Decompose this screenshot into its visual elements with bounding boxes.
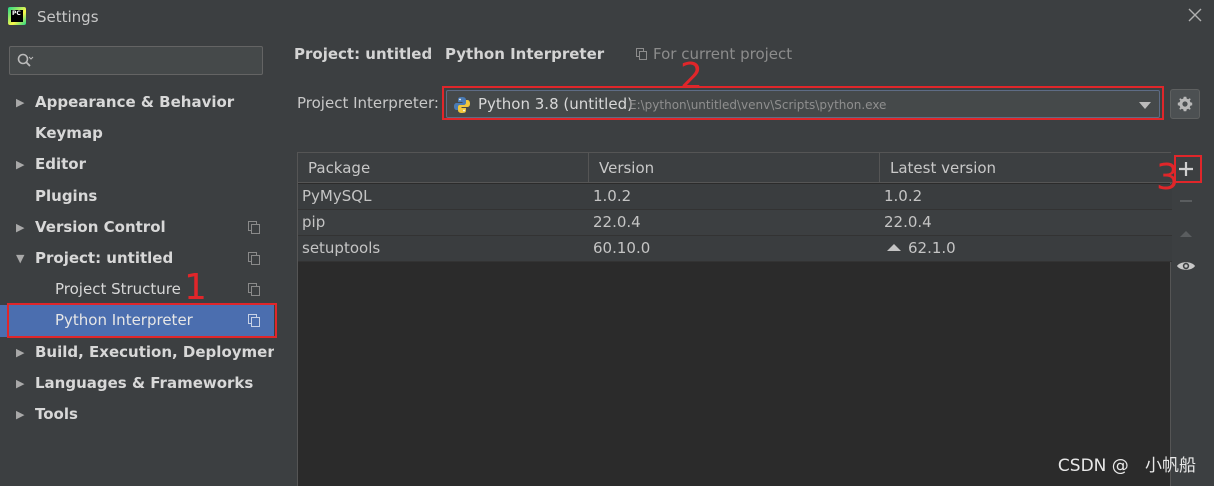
eye-icon	[1177, 262, 1195, 270]
package-table: Package Version Latest version PyMySQL 1…	[297, 152, 1172, 486]
sidebar-item-label: Project Structure	[55, 280, 181, 299]
sidebar-item-label: Plugins	[35, 186, 98, 205]
package-table-header: Package Version Latest version	[298, 153, 1172, 183]
sidebar-item-label: Version Control	[35, 217, 166, 236]
sidebar-item-label: Keymap	[35, 124, 103, 143]
gear-icon	[1177, 96, 1193, 112]
sidebar-item-languages-frameworks[interactable]: ▶ Languages & Frameworks	[0, 368, 274, 399]
sidebar-item-label: Tools	[35, 404, 78, 423]
expand-arrow-icon[interactable]: ▶	[16, 399, 24, 430]
copy-icon	[248, 314, 260, 328]
interpreter-path: E:\python\untitled\venv\Scripts\python.e…	[629, 98, 887, 112]
interpreter-name: Python 3.8 (untitled)	[478, 95, 633, 113]
sidebar-item-project-structure[interactable]: Project Structure	[0, 274, 274, 305]
copy-icon	[248, 283, 260, 297]
sidebar-item-label: Editor	[35, 155, 86, 174]
package-version: 1.0.2	[593, 187, 632, 205]
breadcrumb-project[interactable]: Project: untitled	[294, 45, 432, 63]
settings-tree: ▶ Appearance & Behavior Keymap ▶ Editor …	[0, 87, 285, 430]
minus-icon	[1180, 200, 1192, 202]
expand-arrow-icon[interactable]: ▶	[16, 149, 24, 180]
breadcrumb-page: Python Interpreter	[445, 45, 605, 63]
package-name: setuptools	[302, 239, 381, 257]
settings-search-input[interactable]	[38, 50, 258, 71]
interpreter-dropdown[interactable]: Python 3.8 (untitled) E:\python\untitled…	[446, 90, 1160, 118]
uninstall-package-button[interactable]	[1174, 189, 1198, 213]
table-row[interactable]: setuptools 60.10.0 62.1.0	[298, 236, 1172, 262]
sidebar-item-version-control[interactable]: ▶ Version Control	[0, 212, 274, 243]
python-icon	[454, 97, 470, 113]
settings-sidebar: ▶ Appearance & Behavior Keymap ▶ Editor …	[0, 34, 285, 486]
window-title: Settings	[37, 8, 99, 26]
expand-arrow-icon[interactable]: ▶	[16, 212, 24, 243]
sidebar-item-editor[interactable]: ▶ Editor	[0, 149, 274, 180]
copy-icon	[636, 48, 647, 60]
sidebar-item-build-execution-deployment[interactable]: ▶ Build, Execution, Deployment	[0, 337, 285, 368]
upgrade-package-button[interactable]	[1174, 221, 1198, 245]
sidebar-item-appearance-behavior[interactable]: ▶ Appearance & Behavior	[0, 87, 274, 118]
package-name: pip	[302, 213, 326, 231]
package-table-body: PyMySQL 1.0.2 1.0.2 pip 22.0.4 22.0.4 se…	[298, 184, 1172, 262]
expand-arrow-icon[interactable]: ▶	[16, 368, 24, 399]
column-header-version[interactable]: Version	[589, 153, 880, 183]
sidebar-item-plugins[interactable]: Plugins	[0, 181, 274, 212]
sidebar-item-keymap[interactable]: Keymap	[0, 118, 274, 149]
upgrade-available-icon	[887, 244, 901, 251]
sidebar-item-python-interpreter[interactable]: Python Interpreter	[0, 305, 274, 337]
close-icon	[1188, 8, 1202, 22]
table-row[interactable]: pip 22.0.4 22.0.4	[298, 210, 1172, 236]
plus-icon	[1179, 162, 1193, 176]
sidebar-item-tools[interactable]: ▶ Tools	[0, 399, 274, 430]
interpreter-label: Project Interpreter:	[297, 94, 439, 112]
expand-arrow-icon[interactable]: ▶	[16, 87, 24, 118]
package-latest-version-cell: 62.1.0	[884, 236, 956, 262]
column-header-latest-version[interactable]: Latest version	[880, 153, 1172, 183]
sidebar-item-label: Languages & Frameworks	[35, 373, 254, 392]
package-latest-version: 22.0.4	[884, 213, 932, 231]
package-name: PyMySQL	[302, 187, 372, 205]
breadcrumb-separator: ›	[426, 45, 433, 63]
package-version: 22.0.4	[593, 213, 641, 231]
package-latest-version: 1.0.2	[884, 187, 923, 205]
watermark: CSDN @ 小帆船	[1057, 456, 1196, 476]
chevron-down-icon	[1139, 102, 1151, 109]
package-latest-version: 62.1.0	[908, 239, 956, 257]
copy-icon	[248, 251, 260, 265]
package-version: 60.10.0	[593, 239, 651, 257]
column-header-package[interactable]: Package	[298, 153, 589, 183]
sidebar-item-project-untitled[interactable]: ▼ Project: untitled	[0, 243, 274, 274]
sidebar-item-label: Python Interpreter	[55, 311, 193, 330]
expand-arrow-icon[interactable]: ▶	[16, 337, 24, 368]
sidebar-item-label: Appearance & Behavior	[35, 93, 235, 111]
up-triangle-icon	[1180, 231, 1192, 237]
interpreter-settings-button[interactable]	[1170, 89, 1200, 119]
collapse-arrow-icon[interactable]: ▼	[16, 243, 24, 274]
table-row[interactable]: PyMySQL 1.0.2 1.0.2	[298, 184, 1172, 210]
breadcrumb-scope-hint: For current project	[653, 45, 793, 63]
show-early-releases-button[interactable]	[1174, 254, 1198, 278]
settings-main-panel: Project: untitled › Python Interpreter F…	[274, 34, 1214, 486]
install-package-button[interactable]	[1174, 157, 1198, 181]
sidebar-item-label: Project: untitled	[35, 248, 174, 267]
title-bar: PC Settings	[0, 0, 1214, 34]
settings-search-box[interactable]	[9, 46, 263, 75]
copy-icon	[248, 220, 260, 234]
pycharm-logo-icon: PC	[8, 7, 26, 25]
close-button[interactable]	[1186, 6, 1204, 24]
sidebar-item-label: Build, Execution, Deployment	[35, 342, 286, 361]
search-icon	[17, 53, 34, 67]
